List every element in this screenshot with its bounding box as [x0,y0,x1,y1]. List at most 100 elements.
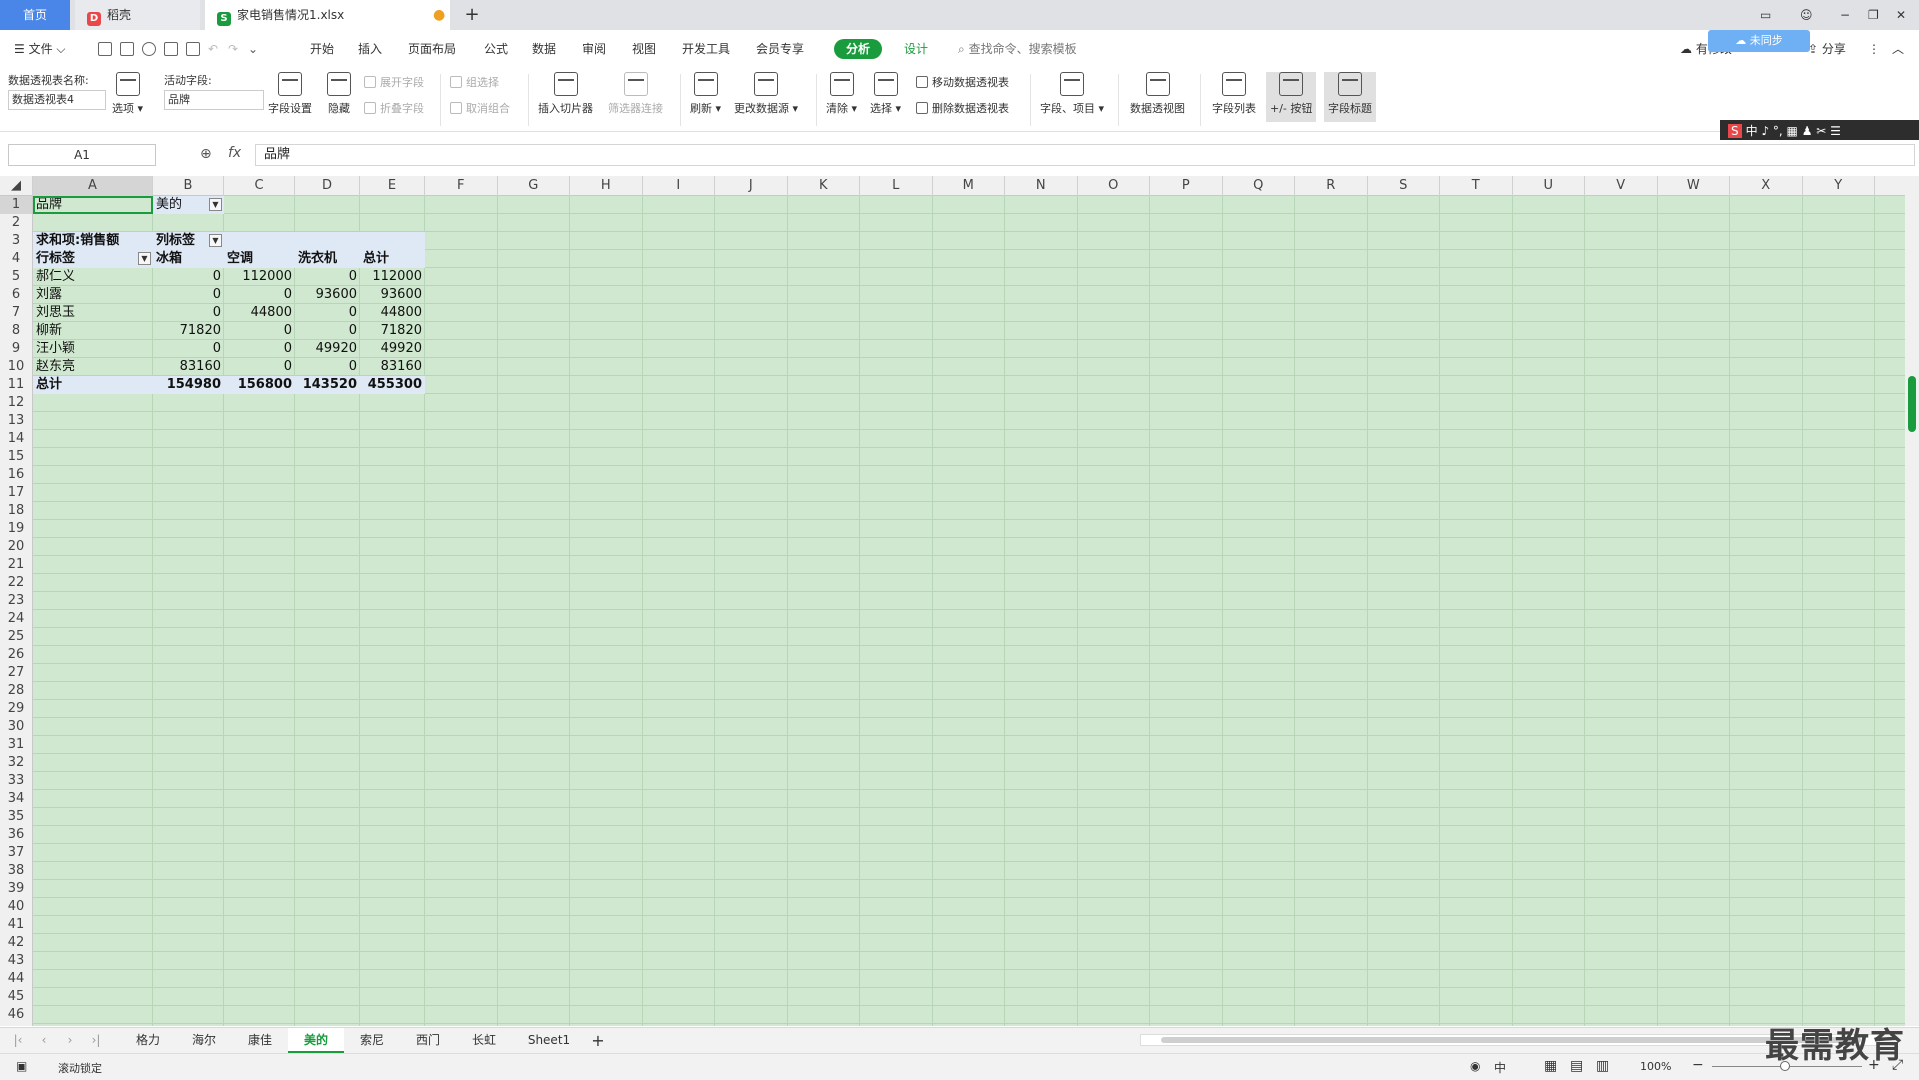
pivot-row-dropdown-icon[interactable]: ▼ [138,252,151,265]
name-box[interactable]: A1 [8,144,156,166]
row-header-32[interactable]: 32 [0,754,32,772]
ime-toolbar[interactable]: S中 ♪ °, ▦ ♟ ✂ ☰ [1720,120,1919,142]
row-header-29[interactable]: 29 [0,700,32,718]
move-pivot-button[interactable]: 移动数据透视表 [916,74,1009,90]
row-header-4[interactable]: 4 [0,250,32,268]
horizontal-scroll-thumb[interactable] [1161,1037,1861,1043]
row-header-25[interactable]: 25 [0,628,32,646]
field-list-button[interactable]: 字段列表 [1212,72,1256,116]
pivot-value[interactable]: 0 [153,340,224,358]
row-header-11[interactable]: 11 [0,376,32,394]
fx-icon[interactable]: fx [228,145,241,161]
minimize-icon[interactable]: − [1840,0,1860,30]
row-header-40[interactable]: 40 [0,898,32,916]
pivot-header-cell[interactable] [295,232,360,250]
column-header-e[interactable]: E [360,176,425,196]
row-header-31[interactable]: 31 [0,736,32,754]
pivot-value[interactable]: 93600 [295,286,360,304]
print-preview-icon[interactable] [186,42,200,56]
column-header-k[interactable]: K [788,176,860,196]
active-field-input[interactable]: 品牌 [164,90,264,110]
row-header-6[interactable]: 6 [0,286,32,304]
row-header-24[interactable]: 24 [0,610,32,628]
row-header-9[interactable]: 9 [0,340,32,358]
column-header-v[interactable]: V [1585,176,1658,196]
pivot-column-dropdown-icon[interactable]: ▼ [209,234,222,247]
column-header-d[interactable]: D [295,176,360,196]
column-header-x[interactable]: X [1730,176,1803,196]
menu-file[interactable]: ☰ 文件 ⌵ [14,30,66,68]
row-header-44[interactable]: 44 [0,970,32,988]
menu-formula[interactable]: 公式 [484,30,508,68]
sheet-tab-4[interactable]: 美的 [288,1028,344,1053]
pivot-value[interactable]: 0 [224,340,295,358]
zoom-level[interactable]: 100% [1640,1060,1671,1073]
sheet-tab-3[interactable]: 康佳 [232,1028,288,1053]
row-header-16[interactable]: 16 [0,466,32,484]
ungroup-button[interactable]: 取消组合 [450,100,510,116]
column-header-s[interactable]: S [1368,176,1440,196]
pivot-value[interactable]: 49920 [360,340,425,358]
column-header-r[interactable]: R [1295,176,1368,196]
row-header-7[interactable]: 7 [0,304,32,322]
refresh-button[interactable]: 刷新 ▾ [690,72,721,116]
hide-button[interactable]: 隐藏 [327,72,351,116]
row-header-12[interactable]: 12 [0,394,32,412]
row-header-38[interactable]: 38 [0,862,32,880]
pivot-column-header[interactable]: 总计 [360,250,425,268]
pivot-value[interactable]: 0 [153,268,224,286]
row-header-21[interactable]: 21 [0,556,32,574]
row-header-18[interactable]: 18 [0,502,32,520]
last-sheet-icon[interactable]: ›| [88,1028,104,1053]
pivot-grand-total-value[interactable]: 455300 [360,376,425,394]
column-header-t[interactable]: T [1440,176,1513,196]
pivot-row-name[interactable]: 柳新 [33,322,153,340]
format-painter-icon[interactable] [142,42,156,56]
column-header-f[interactable]: F [425,176,498,196]
menu-design[interactable]: 设计 [904,30,928,68]
pivot-column-header[interactable]: 洗衣机 [295,250,360,268]
row-header-45[interactable]: 45 [0,988,32,1006]
row-header-30[interactable]: 30 [0,718,32,736]
eye-protection-icon[interactable]: ◉ [1470,1059,1480,1073]
pivot-value[interactable]: 83160 [360,358,425,376]
delete-pivot-button[interactable]: 删除数据透视表 [916,100,1009,116]
row-header-14[interactable]: 14 [0,430,32,448]
row-header-22[interactable]: 22 [0,574,32,592]
zoom-formula-icon[interactable]: ⊕ [200,146,212,162]
save-icon[interactable] [120,42,134,56]
row-header-8[interactable]: 8 [0,322,32,340]
print-icon[interactable] [164,42,178,56]
pivot-value[interactable]: 83160 [153,358,224,376]
row-header-10[interactable]: 10 [0,358,32,376]
vertical-scrollbar[interactable] [1905,176,1919,1026]
formula-input[interactable]: 品牌 [255,144,1915,166]
column-header-h[interactable]: H [570,176,643,196]
pivot-grand-total-value[interactable]: 156800 [224,376,295,394]
row-header-23[interactable]: 23 [0,592,32,610]
field-headers-button[interactable]: 字段标题 [1324,72,1376,122]
column-header-u[interactable]: U [1513,176,1585,196]
column-header-p[interactable]: P [1150,176,1223,196]
column-header-w[interactable]: W [1658,176,1730,196]
change-source-button[interactable]: 更改数据源 ▾ [734,72,798,116]
column-header-c[interactable]: C [224,176,295,196]
collapse-ribbon-icon[interactable]: ︿ [1892,30,1904,68]
window-layout-icon[interactable]: ▭ [1760,0,1780,30]
pivot-filter-label[interactable]: 品牌 [33,196,153,214]
more-icon[interactable]: ⋮ [1868,30,1880,68]
vertical-scroll-thumb[interactable] [1908,376,1916,432]
pivot-grand-total-label[interactable]: 总计 [33,376,153,394]
sheet-tab-5[interactable]: 索尼 [344,1028,400,1053]
zoom-out-icon[interactable]: − [1692,1057,1704,1073]
menu-member[interactable]: 会员专享 [756,30,804,68]
macro-icon[interactable]: ▣ [16,1059,27,1073]
menu-page-layout[interactable]: 页面布局 [408,30,456,68]
select-button[interactable]: 选择 ▾ [870,72,901,116]
select-all-corner[interactable]: ◢ [0,176,33,196]
row-header-5[interactable]: 5 [0,268,32,286]
pivot-value[interactable]: 0 [224,322,295,340]
first-sheet-icon[interactable]: |‹ [10,1028,26,1053]
pivot-row-name[interactable]: 汪小颖 [33,340,153,358]
pivot-row-name[interactable]: 赵东亮 [33,358,153,376]
